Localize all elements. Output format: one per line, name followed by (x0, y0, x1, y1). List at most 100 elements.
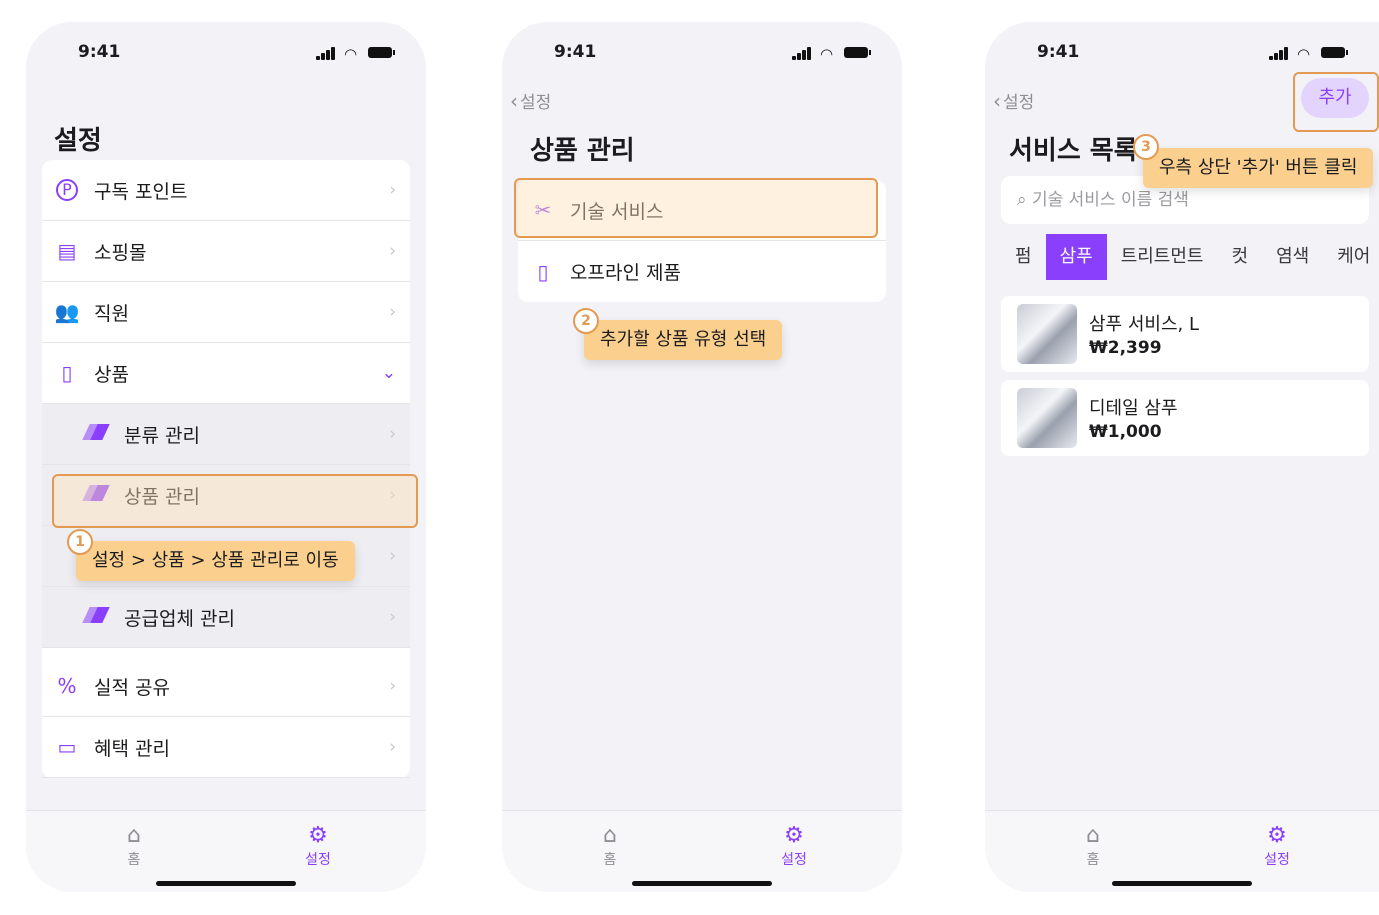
page-title: 상품 관리 (530, 136, 635, 166)
chevron-right-icon: › (389, 241, 396, 261)
row-label: 소핑몰 (94, 241, 147, 264)
chevron-right-icon: › (389, 424, 396, 444)
chip-shampoo[interactable]: 삼푸 (1045, 234, 1107, 280)
row-label: 오프라인 제품 (570, 262, 681, 284)
back-button[interactable]: ‹ 설정 (510, 88, 551, 113)
percent-icon: % (57, 674, 77, 698)
highlight-product-management (52, 474, 418, 528)
status-time: 9:41 (554, 42, 597, 62)
row-label: 혜택 관리 (94, 737, 170, 760)
row-label: 실적 공유 (94, 676, 170, 699)
tab-settings[interactable]: ⚙ 설정 (1247, 823, 1307, 869)
chevron-right-icon: › (389, 546, 396, 566)
home-indicator (156, 881, 296, 886)
product-thumbnail (1017, 388, 1077, 448)
row-category-management[interactable]: 분류 관리 › (42, 404, 410, 465)
row-offline-product[interactable]: ▯ 오프라인 제품 (518, 241, 886, 302)
back-label: 설정 (520, 93, 552, 113)
chip-care[interactable]: 케어 (1323, 234, 1379, 280)
tab-home[interactable]: ⌂ 홈 (104, 823, 164, 869)
home-indicator (1112, 881, 1252, 886)
home-icon: ⌂ (603, 823, 617, 848)
row-subscription-points[interactable]: P 구독 포인트 › (42, 160, 410, 221)
search-placeholder: 기술 서비스 이름 검색 (1031, 190, 1189, 210)
status-time: 9:41 (78, 42, 121, 62)
row-label: 분류 관리 (124, 424, 200, 447)
gear-icon: ⚙ (1267, 823, 1287, 848)
status-time: 9:41 (1037, 42, 1080, 62)
tooltip-step-2: 추가할 상품 유형 선택 (584, 320, 783, 360)
status-bar: 9:41 ◠ (26, 40, 426, 64)
row-label: 공급업체 관리 (124, 607, 235, 630)
signal-icon (792, 46, 814, 60)
phone-screen-service-list: 9:41 ◠ ‹ 설정 추가 서비스 목록 ⌕ 기술 서비스 이름 검색 펌 삼푸… (985, 22, 1379, 892)
tab-label: 홈 (1086, 852, 1100, 868)
row-performance-share[interactable]: % 실적 공유 › (42, 656, 410, 717)
chip-dye[interactable]: 염색 (1262, 234, 1323, 280)
battery-icon (368, 47, 395, 58)
chip-perm[interactable]: 펌 (1001, 234, 1046, 280)
chip-treatment[interactable]: 트리트먼트 (1107, 234, 1218, 280)
phone-screen-product-management: 9:41 ◠ ‹ 설정 상품 관리 ✂ 기술 서비스 ▯ 오프라인 제품 추가할 … (502, 22, 902, 892)
tab-label: 설정 (1264, 852, 1290, 868)
chip-cut[interactable]: 컷 (1218, 234, 1263, 280)
diamond-icon (82, 422, 112, 447)
search-icon: ⌕ (1017, 190, 1027, 210)
back-label: 설정 (1003, 93, 1035, 113)
step-badge-3: 3 (1133, 134, 1159, 160)
settings-list: P 구독 포인트 › ▤ 소핑몰 › 👥 직원 › ▯ 상품 ⌄ 분류 관리 ›… (42, 160, 410, 778)
chevron-right-icon: › (389, 607, 396, 627)
tab-home[interactable]: ⌂ 홈 (580, 823, 640, 869)
signal-icon (1269, 46, 1291, 60)
diamond-icon (82, 605, 112, 630)
wifi-icon: ◠ (344, 45, 358, 63)
battery-icon (844, 47, 871, 58)
tooltip-step-3: 우측 상단 '추가' 버튼 클릭 (1143, 148, 1374, 188)
battery-icon (1321, 47, 1348, 58)
tab-bar: ⌂ 홈 ⚙ 설정 (502, 810, 902, 892)
page-title: 설정 (54, 126, 102, 156)
highlight-add-button (1293, 72, 1379, 132)
chevron-left-icon: ‹ (510, 89, 518, 113)
bottle-icon: ▯ (537, 259, 549, 284)
row-shopping-mall[interactable]: ▤ 소핑몰 › (42, 221, 410, 282)
tab-label: 설정 (305, 852, 331, 868)
status-bar: 9:41 ◠ (502, 40, 902, 64)
chevron-right-icon: › (389, 737, 396, 757)
home-icon: ⌂ (127, 823, 141, 848)
page-title: 서비스 목록 (1009, 136, 1138, 166)
chevron-down-icon: ⌄ (381, 363, 396, 383)
product-price: ₩2,399 (1089, 338, 1162, 358)
row-supplier-management[interactable]: 공급업체 관리 › (42, 587, 410, 648)
tab-bar: ⌂ 홈 ⚙ 설정 (26, 810, 426, 892)
product-thumbnail (1017, 304, 1077, 364)
ticket-icon: ▭ (57, 735, 77, 759)
tab-home[interactable]: ⌂ 홈 (1063, 823, 1123, 869)
points-icon: P (56, 179, 78, 201)
highlight-technical-service (514, 178, 878, 238)
signal-icon (316, 46, 338, 60)
tab-settings[interactable]: ⚙ 설정 (288, 823, 348, 869)
back-button[interactable]: ‹ 설정 (993, 88, 1034, 113)
chevron-right-icon: › (389, 676, 396, 696)
tab-settings[interactable]: ⚙ 설정 (764, 823, 824, 869)
list-item[interactable]: 디테일 삼푸 ₩1,000 (1001, 380, 1369, 456)
product-name: 디테일 삼푸 (1089, 398, 1178, 419)
chevron-right-icon: › (389, 180, 396, 200)
row-label: 직원 (94, 302, 129, 325)
store-icon: ▤ (57, 239, 77, 263)
row-benefit-management[interactable]: ▭ 혜택 관리 › (42, 717, 410, 778)
home-indicator (632, 881, 772, 886)
wifi-icon: ◠ (820, 45, 834, 63)
wifi-icon: ◠ (1297, 45, 1311, 63)
row-products[interactable]: ▯ 상품 ⌄ (42, 343, 410, 404)
home-icon: ⌂ (1086, 823, 1100, 848)
list-item[interactable]: 삼푸 서비스, L ₩2,399 (1001, 296, 1369, 372)
status-bar: 9:41 ◠ (985, 40, 1379, 64)
product-price: ₩1,000 (1089, 422, 1162, 442)
phone-screen-settings: 9:41 ◠ 설정 P 구독 포인트 › ▤ 소핑몰 › 👥 직원 › ▯ 상품… (26, 22, 426, 892)
row-staff[interactable]: 👥 직원 › (42, 282, 410, 343)
step-badge-1: 1 (67, 529, 93, 555)
people-icon: 👥 (54, 300, 80, 324)
tab-label: 홈 (603, 852, 617, 868)
